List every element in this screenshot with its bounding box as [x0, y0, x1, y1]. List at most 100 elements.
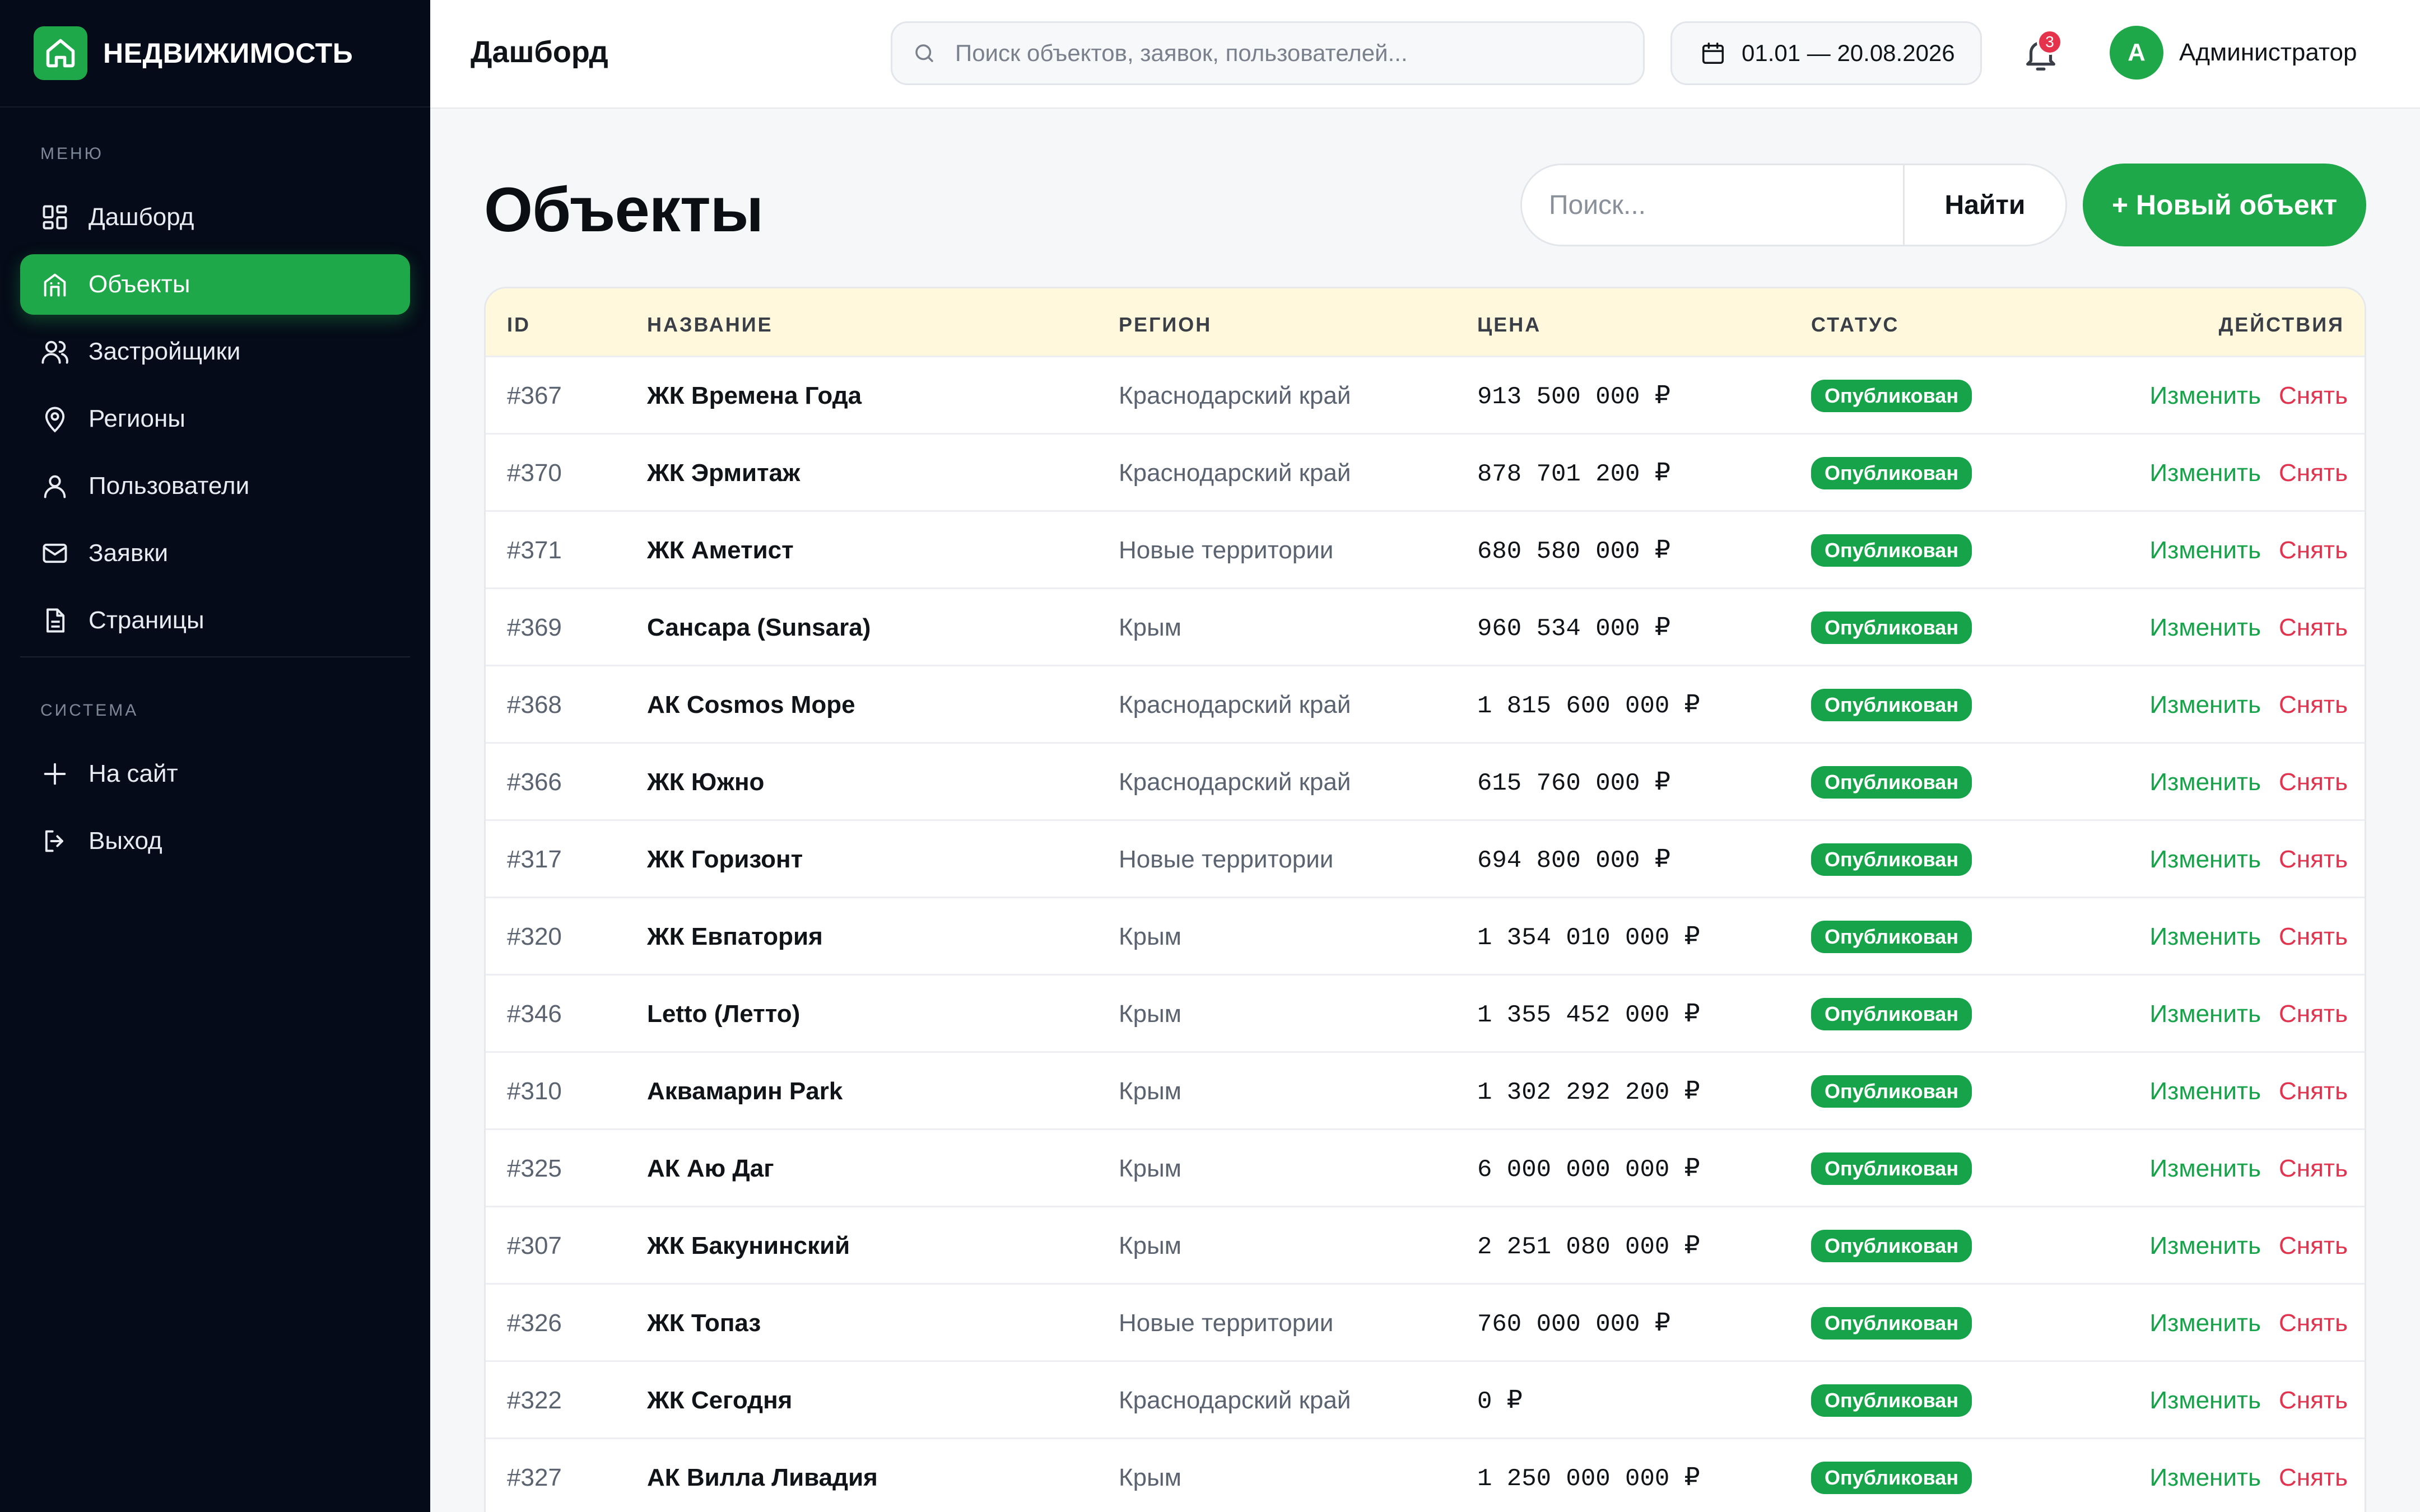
cell-name: ЖК Бакунинский [647, 1232, 850, 1259]
column-header-region[interactable]: РЕГИОН [1119, 313, 1212, 337]
unpublish-link[interactable]: Снять [2279, 1155, 2348, 1183]
edit-link[interactable]: Изменить [2150, 1309, 2261, 1337]
column-header-id[interactable]: ID [507, 313, 530, 337]
edit-link[interactable]: Изменить [2150, 768, 2261, 796]
edit-link[interactable]: Изменить [2150, 1155, 2261, 1183]
sidebar-item-regions[interactable]: Регионы [20, 389, 410, 449]
dashboard-icon [43, 205, 67, 230]
unpublish-link[interactable]: Снять [2279, 536, 2348, 564]
sidebar-item-label: На сайт [89, 760, 178, 787]
status-badge: Опубликован [1811, 1152, 1972, 1185]
edit-link[interactable]: Изменить [2150, 1232, 2261, 1260]
unpublish-link[interactable]: Снять [2279, 1232, 2348, 1260]
date-range-picker[interactable]: 01.01 — 20.08.2026 [1670, 21, 1982, 85]
home-icon [34, 26, 87, 80]
cell-id: #320 [507, 923, 562, 950]
status-badge: Опубликован [1811, 457, 1972, 489]
unpublish-link[interactable]: Снять [2279, 1077, 2348, 1105]
cell-status: Опубликован [1811, 435, 1972, 512]
cell-id: #310 [507, 1077, 562, 1105]
table-row[interactable]: #367 ЖК Времена Года Краснодарский край 913… [486, 356, 2365, 433]
cell-region: Крым [1119, 614, 1181, 641]
edit-link[interactable]: Изменить [2150, 1387, 2261, 1415]
objects-search-input[interactable] [1522, 165, 1903, 245]
logout-icon [45, 830, 63, 852]
edit-link[interactable]: Изменить [2150, 846, 2261, 874]
table-row[interactable]: #371 ЖК Аметист Новые территории 680 580 00… [486, 510, 2365, 589]
column-header-name[interactable]: НАЗВАНИЕ [647, 313, 773, 337]
cell-status: Опубликован [1811, 898, 1972, 976]
table-row[interactable]: #366 ЖК Южно Краснодарский край 615 760 000… [486, 742, 2365, 821]
column-header-price[interactable]: ЦЕНА [1477, 313, 1541, 337]
cell-price: 878 701 200 ₽ [1477, 460, 1670, 488]
unpublish-link[interactable]: Снять [2279, 614, 2348, 642]
table-row[interactable]: #307 ЖК Бакунинский Крым 2 251 080 000 ₽ Опу… [486, 1206, 2365, 1283]
table-row[interactable]: #325 АК Аю Даг Крым 6 000 000 000 ₽ Опублико… [486, 1128, 2365, 1207]
unpublish-link[interactable]: Снять [2279, 1464, 2348, 1492]
cell-actions: Изменить Снять [2150, 898, 2348, 976]
sidebar-item-objects[interactable]: Объекты [20, 254, 410, 315]
table-row[interactable]: #369 Сансара (Sunsara) Крым 960 534 000 ₽ Оп… [486, 587, 2365, 665]
edit-link[interactable]: Изменить [2150, 1464, 2261, 1492]
sidebar-item-developers[interactable]: Застройщики [20, 321, 410, 382]
new-object-button[interactable]: + Новый объект [2083, 164, 2366, 246]
cell-status: Опубликован [1811, 976, 1972, 1053]
cell-id: #370 [507, 459, 562, 487]
cell-region: Крым [1119, 923, 1181, 950]
cell-name: ЖК Сегодня [647, 1387, 793, 1414]
cell-region: Крым [1119, 1077, 1181, 1105]
system-section-label: СИСТЕМА [40, 701, 139, 720]
find-button[interactable]: Найти [1903, 165, 2065, 245]
unpublish-link[interactable]: Снять [2279, 691, 2348, 719]
sidebar-item-logout[interactable]: Выход [20, 811, 410, 871]
table-row[interactable]: #368 АК Cosmos Море Краснодарский край 1 81… [486, 665, 2365, 742]
global-search-input[interactable] [955, 40, 1627, 67]
table-row[interactable]: #310 Аквамарин Park Крым 1 302 292 200 ₽ Опу… [486, 1051, 2365, 1128]
edit-link[interactable]: Изменить [2150, 614, 2261, 642]
unpublish-link[interactable]: Снять [2279, 768, 2348, 796]
sidebar-item-requests[interactable]: Заявки [20, 523, 410, 584]
sidebar-item-dashboard[interactable]: Дашборд [20, 187, 410, 248]
cell-price: 680 580 000 ₽ [1477, 538, 1670, 566]
cell-region: Краснодарский край [1119, 1387, 1351, 1414]
global-search[interactable] [891, 21, 1645, 85]
sidebar-item-pages[interactable]: Страницы [20, 590, 410, 651]
table-row[interactable]: #320 ЖК Евпатория Крым 1 354 010 000 ₽ Опубл… [486, 897, 2365, 976]
edit-link[interactable]: Изменить [2150, 459, 2261, 487]
user-menu[interactable]: А Администратор [2110, 26, 2357, 80]
objects-search: Найти [1520, 164, 2067, 246]
table-row[interactable]: #317 ЖК Горизонт Новые территории 694 800 0… [486, 819, 2365, 897]
cell-region: Краснодарский край [1119, 382, 1351, 409]
cell-status: Опубликован [1811, 1439, 1972, 1512]
cell-actions: Изменить Снять [2150, 744, 2348, 821]
sidebar-item-to-site[interactable]: На сайт [20, 744, 410, 804]
unpublish-link[interactable]: Снять [2279, 1387, 2348, 1415]
table-row[interactable]: #326 ЖК Топаз Новые территории 760 000 000 … [486, 1283, 2365, 1362]
cell-name: АК Аю Даг [647, 1155, 774, 1182]
unpublish-link[interactable]: Снять [2279, 382, 2348, 410]
cell-status: Опубликован [1811, 512, 1972, 589]
table-row[interactable]: #327 АК Вилла Ливадия Крым 1 250 000 000 ₽ О… [486, 1438, 2365, 1512]
unpublish-link[interactable]: Снять [2279, 459, 2348, 487]
unpublish-link[interactable]: Снять [2279, 923, 2348, 951]
unpublish-link[interactable]: Снять [2279, 1000, 2348, 1028]
cell-price: 913 500 000 ₽ [1477, 383, 1670, 411]
edit-link[interactable]: Изменить [2150, 536, 2261, 564]
edit-link[interactable]: Изменить [2150, 382, 2261, 410]
sidebar-item-users[interactable]: Пользователи [20, 456, 410, 516]
unpublish-link[interactable]: Снять [2279, 846, 2348, 874]
unpublish-link[interactable]: Снять [2279, 1309, 2348, 1337]
edit-link[interactable]: Изменить [2150, 1000, 2261, 1028]
edit-link[interactable]: Изменить [2150, 1077, 2261, 1105]
edit-link[interactable]: Изменить [2150, 691, 2261, 719]
cell-actions: Изменить Снять [2150, 1285, 2348, 1362]
status-badge: Опубликован [1811, 1075, 1972, 1108]
table-row[interactable]: #322 ЖК Сегодня Краснодарский край 0 ₽ Опубл… [486, 1360, 2365, 1438]
cell-status: Опубликован [1811, 1130, 1972, 1207]
brand[interactable]: НЕДВИЖИМОСТЬ [0, 0, 430, 108]
column-header-status[interactable]: СТАТУС [1811, 313, 1899, 337]
cell-price: 1 250 000 000 ₽ [1477, 1465, 1700, 1493]
table-row[interactable]: #346 Letto (Летто) Крым 1 355 452 000 ₽ Опуб… [486, 974, 2365, 1053]
edit-link[interactable]: Изменить [2150, 923, 2261, 951]
table-row[interactable]: #370 ЖК Эрмитаж Краснодарский край 878 701 … [486, 433, 2365, 512]
